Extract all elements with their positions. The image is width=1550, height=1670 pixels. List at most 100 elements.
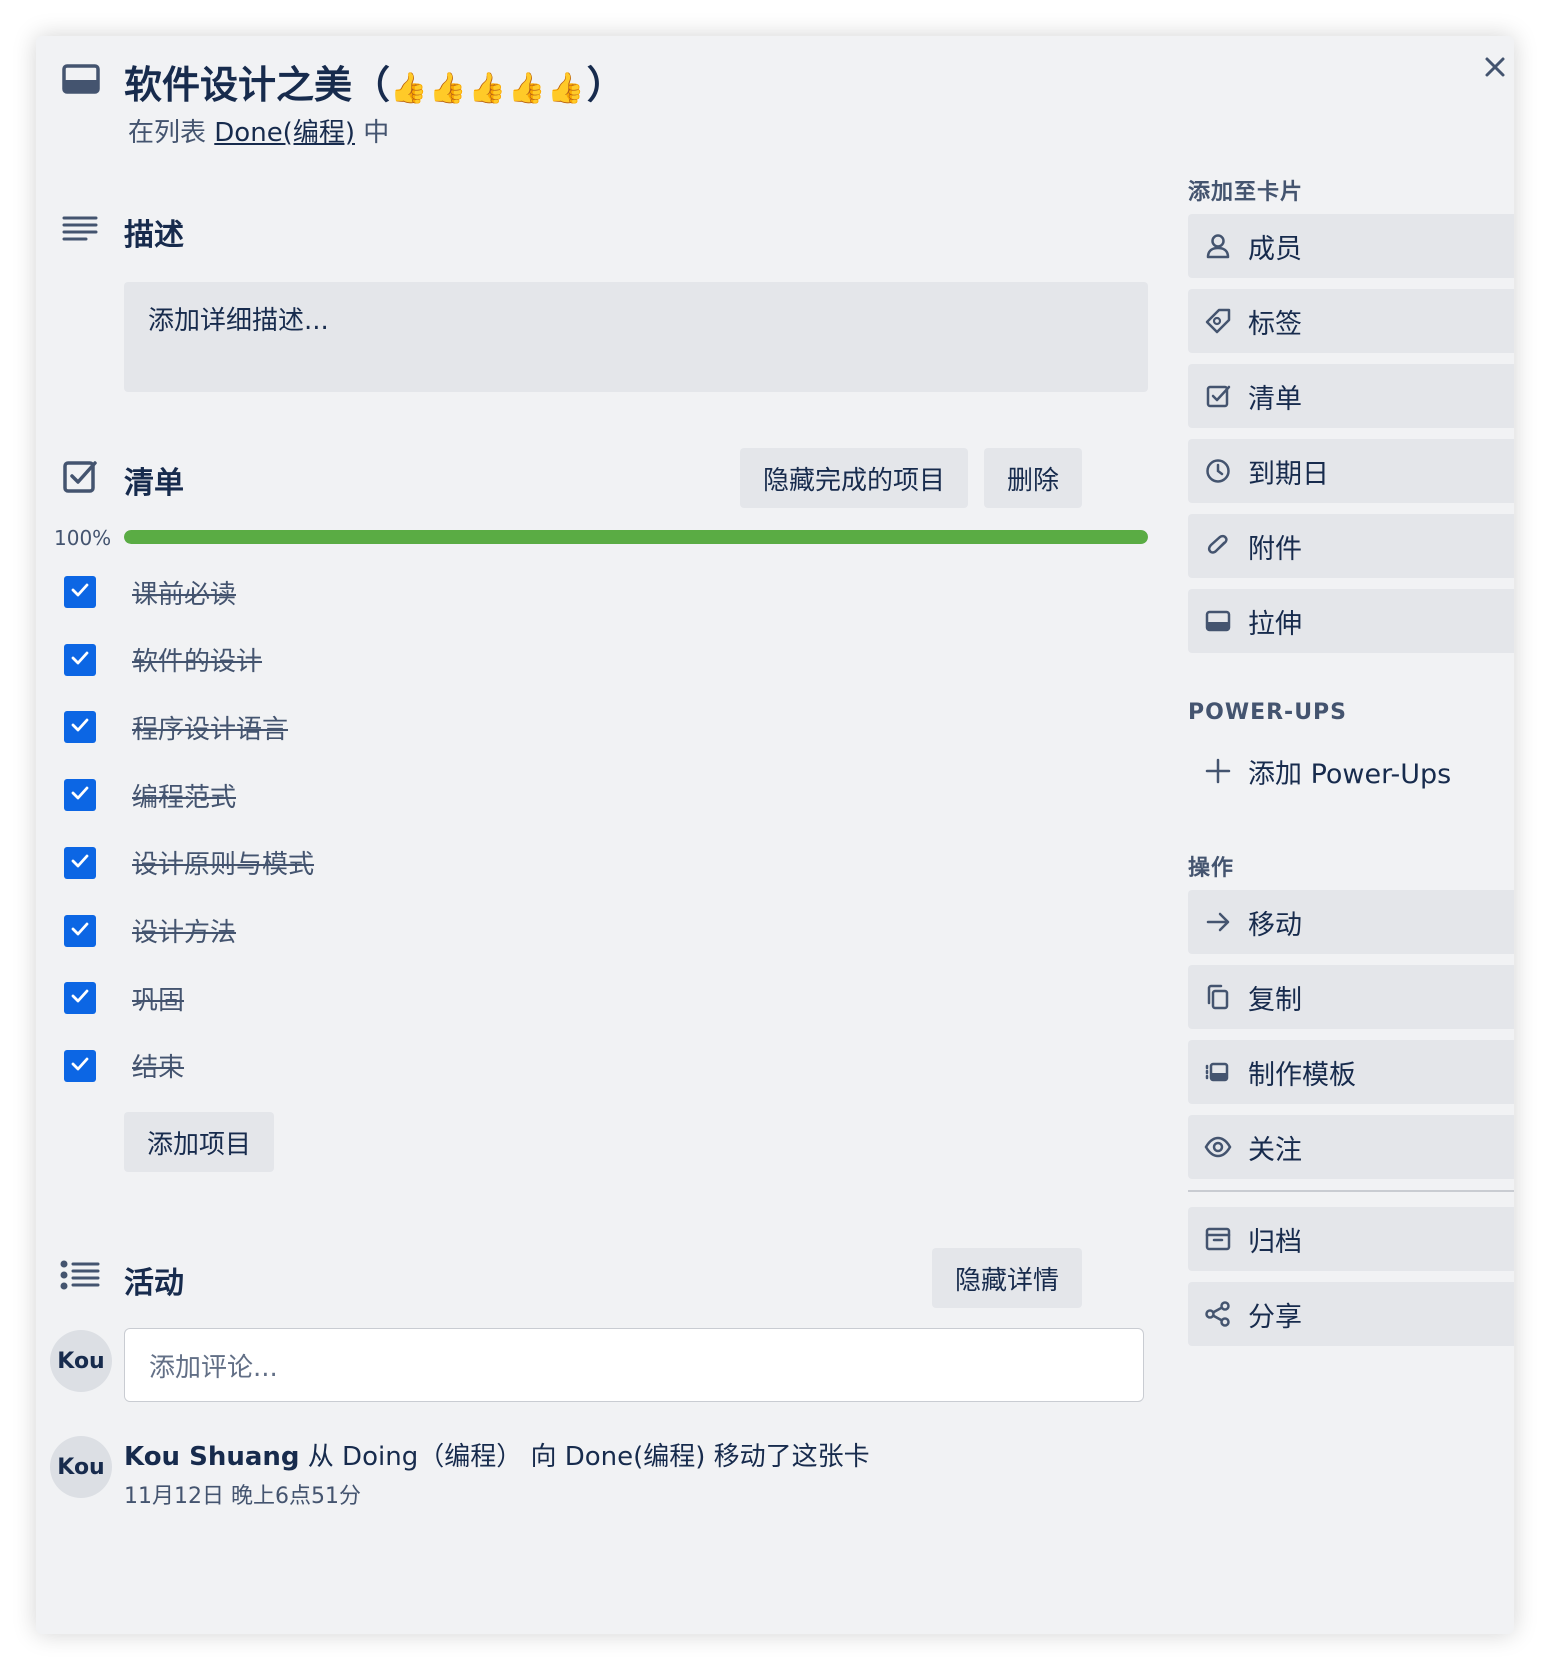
card-title[interactable]: 软件设计之美（👍👍👍👍👍） bbox=[124, 54, 625, 109]
progress-percent: 100% bbox=[54, 526, 112, 550]
sidebar-button-cover[interactable]: 拉伸 bbox=[1188, 589, 1514, 653]
checklist-item-label[interactable]: 编程范式 bbox=[132, 777, 236, 814]
sidebar-button-label: 拉伸 bbox=[1248, 608, 1302, 640]
checklist-icon bbox=[62, 458, 98, 494]
checkmark-icon bbox=[69, 714, 91, 740]
card-title-text: 软件设计之美（ bbox=[124, 63, 391, 107]
hide-details-button[interactable]: 隐藏详情 bbox=[932, 1248, 1082, 1308]
add-to-card-heading: 添加至卡片 bbox=[1188, 180, 1304, 205]
paperclip-icon bbox=[1188, 533, 1248, 559]
checkmark-icon bbox=[69, 647, 91, 673]
eye-icon bbox=[1188, 1136, 1248, 1158]
sidebar-button-attachment[interactable]: 附件 bbox=[1188, 514, 1514, 578]
comment-input[interactable]: 添加评论... bbox=[124, 1328, 1144, 1402]
checklist-item-checkbox[interactable] bbox=[64, 711, 96, 744]
checklist-item-checkbox[interactable] bbox=[64, 982, 96, 1015]
progress-bar bbox=[124, 530, 1148, 544]
activity-icon bbox=[60, 1260, 100, 1290]
checklist-item-label[interactable]: 巩固 bbox=[132, 980, 184, 1017]
list-suffix: 中 bbox=[363, 118, 390, 148]
checklist-item-checkbox[interactable] bbox=[64, 846, 96, 879]
checkmark-icon bbox=[69, 985, 91, 1011]
clock-icon bbox=[1188, 458, 1248, 484]
sidebar-button-share[interactable]: 分享 bbox=[1188, 1282, 1514, 1346]
activity-time[interactable]: 11月12日 晚上6点51分 bbox=[124, 1478, 361, 1510]
sidebar-button-move[interactable]: 移动 bbox=[1188, 890, 1514, 954]
activity-heading: 活动 bbox=[124, 1266, 184, 1301]
sidebar-button-members[interactable]: 成员 bbox=[1188, 214, 1514, 278]
hide-completed-button[interactable]: 隐藏完成的项目 bbox=[740, 448, 968, 508]
checkmark-icon bbox=[69, 1053, 91, 1079]
checklist-item-label[interactable]: 设计方法 bbox=[132, 912, 236, 949]
checkmark-icon bbox=[69, 850, 91, 876]
checklist-item-checkbox[interactable] bbox=[64, 1049, 96, 1082]
sidebar-button-label: 清单 bbox=[1248, 383, 1302, 415]
checklist-item-checkbox[interactable] bbox=[64, 779, 96, 812]
activity-entry: Kou Shuang 从 Doing（编程） 向 Done(编程) 移动了这张卡 bbox=[124, 1436, 870, 1473]
archive-icon bbox=[1188, 1227, 1248, 1251]
activity-text: 从 Doing（编程） 向 Done(编程) 移动了这张卡 bbox=[307, 1442, 870, 1472]
checklist-item-label[interactable]: 程序设计语言 bbox=[132, 709, 288, 746]
share-icon bbox=[1188, 1301, 1248, 1327]
close-button[interactable] bbox=[1478, 50, 1512, 84]
card-title-close: ） bbox=[586, 63, 625, 107]
sidebar-button-checklist[interactable]: 清单 bbox=[1188, 364, 1514, 428]
checklist-item-label[interactable]: 结束 bbox=[132, 1047, 184, 1084]
plus-icon bbox=[1188, 758, 1248, 784]
sidebar-button-label: 归档 bbox=[1248, 1226, 1302, 1258]
sidebar-button-label: 附件 bbox=[1248, 533, 1302, 565]
description-icon bbox=[62, 214, 98, 244]
sidebar-button-labels[interactable]: 标签 bbox=[1188, 289, 1514, 353]
checklist-item-label[interactable]: 设计原则与模式 bbox=[132, 844, 314, 881]
description-heading: 描述 bbox=[124, 218, 184, 253]
progress-bar-fill bbox=[124, 530, 1148, 544]
checkmark-icon bbox=[69, 782, 91, 808]
activity-avatar[interactable]: Kou bbox=[50, 1436, 112, 1498]
sidebar-button-due-date[interactable]: 到期日 bbox=[1188, 439, 1514, 503]
sidebar-divider bbox=[1188, 1190, 1514, 1192]
card-icon bbox=[62, 64, 100, 94]
arrow-right-icon bbox=[1188, 909, 1248, 935]
add-item-button[interactable]: 添加项目 bbox=[124, 1112, 274, 1172]
sidebar-button-label: 制作模板 bbox=[1248, 1059, 1356, 1091]
delete-checklist-button[interactable]: 删除 bbox=[984, 448, 1082, 508]
close-icon bbox=[1483, 55, 1507, 79]
card-list-info: 在列表 Done(编程) 中 bbox=[128, 112, 389, 149]
avatar[interactable]: Kou bbox=[50, 1330, 112, 1392]
sidebar-button-copy[interactable]: 复制 bbox=[1188, 965, 1514, 1029]
checklist-item: 设计原则与模式 bbox=[64, 843, 314, 883]
person-icon bbox=[1188, 233, 1248, 259]
checklist-item: 程序设计语言 bbox=[64, 707, 288, 747]
checkmark-icon bbox=[69, 918, 91, 944]
checklist-item-label[interactable]: 软件的设计 bbox=[132, 641, 262, 678]
sidebar-button-label: 分享 bbox=[1248, 1301, 1302, 1333]
template-icon bbox=[1188, 1059, 1248, 1085]
checklist-heading: 清单 bbox=[124, 466, 184, 501]
checklist-item-label[interactable]: 课前必读 bbox=[132, 574, 236, 611]
checklist-item-checkbox[interactable] bbox=[64, 576, 96, 608]
sidebar-button-watch[interactable]: 关注 bbox=[1188, 1115, 1514, 1179]
add-powerups-label: 添加 Power-Ups bbox=[1248, 758, 1452, 790]
checklist-item: 软件的设计 bbox=[64, 640, 262, 680]
list-link[interactable]: Done(编程) bbox=[214, 118, 355, 148]
sidebar-button-make-template[interactable]: 制作模板 bbox=[1188, 1040, 1514, 1104]
checklist-item: 课前必读 bbox=[64, 572, 236, 612]
list-prefix: 在列表 bbox=[128, 118, 207, 148]
copy-icon bbox=[1188, 984, 1248, 1010]
sidebar-button-label: 复制 bbox=[1248, 984, 1302, 1016]
description-input[interactable]: 添加详细描述... bbox=[124, 282, 1148, 392]
cover-icon bbox=[1188, 610, 1248, 632]
checklist-item-checkbox[interactable] bbox=[64, 914, 96, 947]
thumbs-up-emojis: 👍👍👍👍👍 bbox=[390, 71, 587, 106]
sidebar-button-label: 到期日 bbox=[1248, 458, 1329, 490]
checklist-icon bbox=[1188, 383, 1248, 409]
checklist-item: 编程范式 bbox=[64, 775, 236, 815]
sidebar-button-label: 关注 bbox=[1248, 1134, 1302, 1166]
activity-user[interactable]: Kou Shuang bbox=[124, 1442, 300, 1472]
checklist-item: 结束 bbox=[64, 1046, 184, 1086]
checklist-item-checkbox[interactable] bbox=[64, 643, 96, 676]
add-powerups-button[interactable]: 添加 Power-Ups bbox=[1188, 746, 1451, 796]
sidebar-button-label: 成员 bbox=[1248, 233, 1302, 265]
sidebar-button-archive[interactable]: 归档 bbox=[1188, 1207, 1514, 1271]
tag-icon bbox=[1188, 308, 1248, 334]
